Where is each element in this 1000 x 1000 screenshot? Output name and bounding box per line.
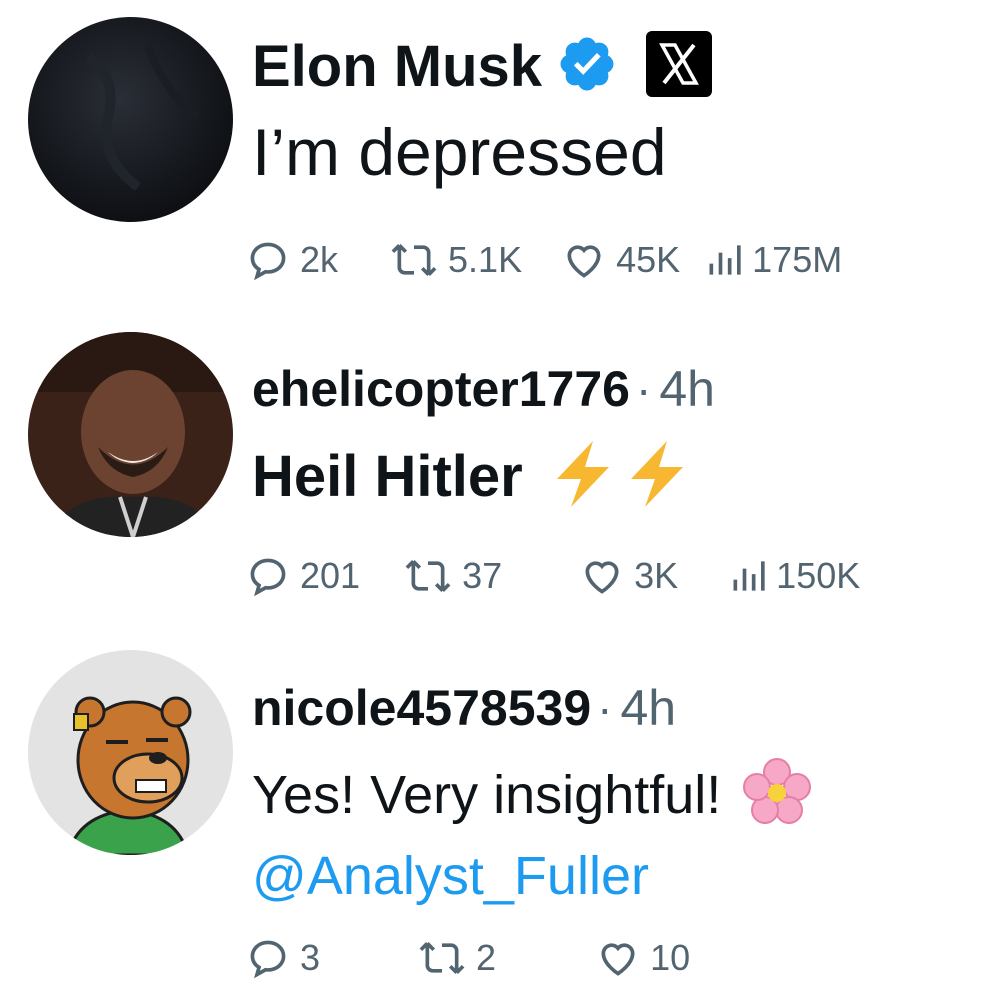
author-name[interactable]: nicole4578539 <box>252 679 591 737</box>
post-reply-2: nicole4578539 · 4h Yes! Very insightful! <box>0 0 1000 1000</box>
reply-button[interactable]: 3 <box>246 936 320 980</box>
like-icon <box>601 943 635 976</box>
separator: · <box>597 682 613 734</box>
repost-count: 2 <box>476 937 497 978</box>
post-time[interactable]: 4h <box>620 679 676 737</box>
repost-icon <box>419 942 465 974</box>
avatar[interactable] <box>28 650 233 855</box>
like-button[interactable]: 10 <box>596 936 690 980</box>
reply-count: 3 <box>300 937 321 978</box>
cherry-blossom-icon <box>741 756 813 833</box>
avatar-bear-illustration <box>28 650 233 855</box>
mention-link[interactable]: @Analyst_Fuller <box>252 845 980 907</box>
post-text: Yes! Very insightful! <box>252 764 722 825</box>
repost-button[interactable]: 2 <box>418 936 496 980</box>
reply-icon <box>250 940 286 979</box>
like-count: 10 <box>650 937 691 978</box>
